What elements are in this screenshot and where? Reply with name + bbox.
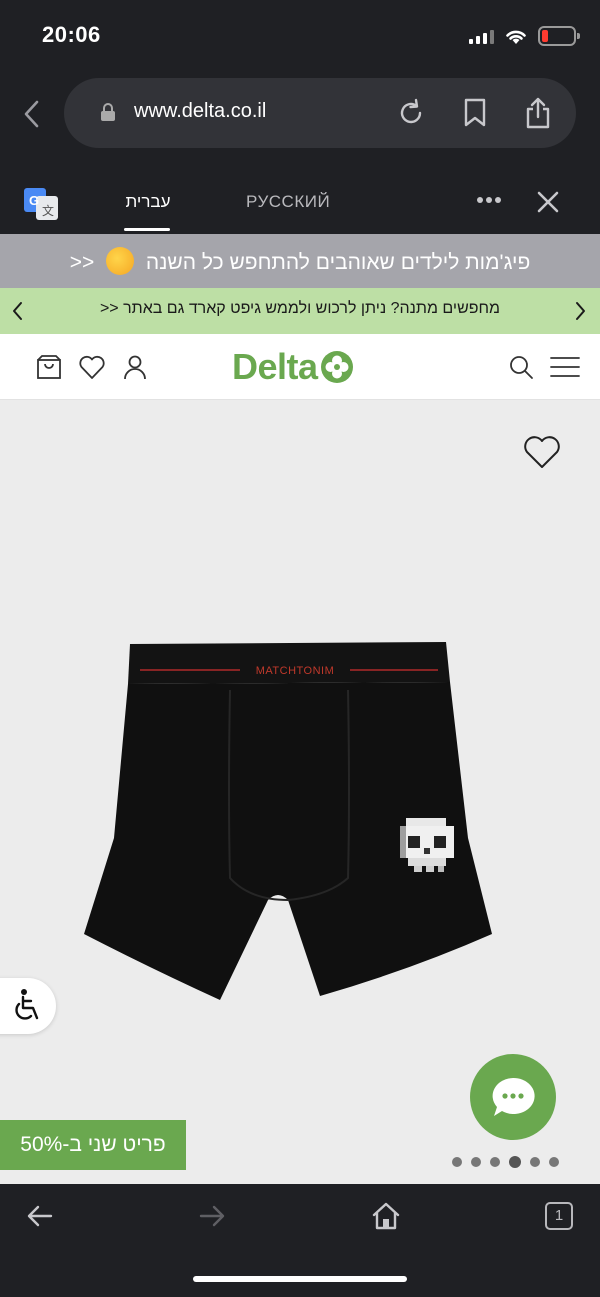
nav-back-arrow-icon[interactable]	[26, 1202, 54, 1230]
account-icon[interactable]	[122, 354, 148, 380]
chat-bubble-icon	[492, 1077, 535, 1116]
image-carousel-dots[interactable]	[452, 1156, 559, 1168]
promo-costumes-suffix: <<	[69, 251, 95, 274]
site-header: Delta	[0, 334, 600, 400]
lock-icon	[101, 103, 115, 121]
carousel-dot-active[interactable]	[509, 1156, 521, 1168]
hamburger-menu-icon[interactable]	[550, 356, 580, 378]
home-indicator	[193, 1276, 407, 1282]
tab-russian[interactable]: РУССКИЙ	[246, 192, 330, 212]
translate-bar: G 文 עברית РУССКИЙ	[0, 160, 600, 234]
carousel-dot[interactable]	[549, 1157, 559, 1167]
promo-next-icon[interactable]	[572, 300, 588, 322]
more-options-icon[interactable]	[476, 196, 502, 204]
svg-text:G: G	[29, 193, 39, 208]
close-icon[interactable]	[536, 190, 560, 214]
home-icon[interactable]	[372, 1201, 400, 1231]
reload-icon[interactable]	[396, 98, 426, 128]
product-gallery: MATCHTONIM פריט שני ב-50%	[0, 400, 600, 1184]
delta-logo[interactable]: Delta	[232, 346, 354, 388]
status-icons	[469, 24, 580, 48]
accessibility-wheelchair-icon	[15, 989, 39, 1020]
browser-back-icon[interactable]	[18, 96, 46, 132]
battery-icon	[538, 26, 580, 46]
waistband-brand-text: MATCHTONIM	[256, 665, 335, 677]
signal-icon	[469, 28, 494, 44]
address-bar[interactable]: www.delta.co.il	[64, 78, 576, 148]
promo-banner-costumes-text: פיג'מות לילדים שאוהבים להתחפש כל השנה <<	[69, 247, 531, 275]
promo-banner-giftcard[interactable]: מחפשים מתנה? ניתן לרכוש ולממש גיפט קארד …	[0, 288, 600, 334]
search-icon[interactable]	[508, 354, 534, 380]
google-translate-icon[interactable]: G 文	[24, 188, 58, 220]
carousel-dot[interactable]	[530, 1157, 540, 1167]
clover-logo-icon	[320, 351, 353, 383]
status-time: 20:06	[42, 22, 101, 47]
nav-forward-arrow-icon[interactable]	[198, 1202, 226, 1230]
browser-bottom-bar: 1	[0, 1184, 600, 1297]
chat-button[interactable]	[470, 1054, 556, 1140]
product-wishlist-heart-icon[interactable]	[522, 434, 562, 470]
sale-badge: פריט שני ב-50%	[0, 1120, 186, 1170]
logo-text: Delta	[232, 346, 318, 387]
url-text: www.delta.co.il	[134, 100, 267, 122]
bookmark-icon[interactable]	[462, 98, 488, 128]
status-bar: 20:06	[0, 0, 600, 72]
party-face-icon	[106, 247, 135, 275]
wishlist-heart-icon[interactable]	[78, 354, 106, 380]
tab-hebrew[interactable]: עברית	[118, 192, 178, 212]
browser-toolbar: www.delta.co.il	[0, 72, 600, 160]
tabs-count-button[interactable]: 1	[545, 1202, 573, 1230]
promo-costumes-label: פיג'מות לילדים שאוהבים להתחפש כל השנה	[145, 251, 531, 274]
accessibility-button[interactable]	[0, 978, 56, 1034]
product-image-boxer-briefs[interactable]: MATCHTONIM	[80, 638, 500, 1000]
shopping-bag-icon[interactable]	[36, 354, 62, 380]
wifi-icon	[506, 30, 526, 44]
svg-text:文: 文	[42, 203, 54, 218]
active-tab-indicator	[124, 228, 170, 231]
carousel-dot[interactable]	[452, 1157, 462, 1167]
share-icon[interactable]	[524, 96, 552, 130]
promo-banner-costumes[interactable]: פיג'מות לילדים שאוהבים להתחפש כל השנה <<	[0, 234, 600, 288]
promo-giftcard-text: מחפשים מתנה? ניתן לרכוש ולממש גיפט קארד …	[99, 300, 501, 317]
carousel-dot[interactable]	[471, 1157, 481, 1167]
carousel-dot[interactable]	[490, 1157, 500, 1167]
